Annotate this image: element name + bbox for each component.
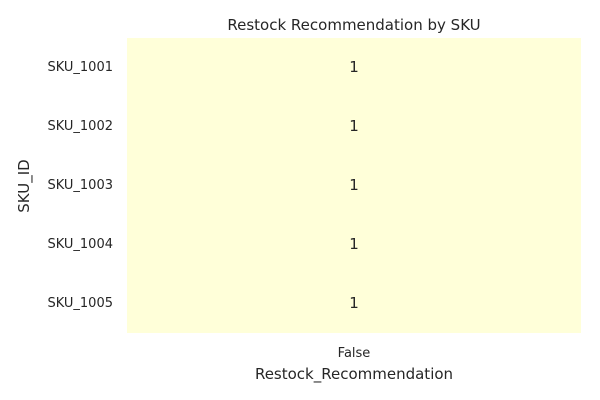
heatmap-chart: Restock Recommendation by SKU 1 1 1 1 1 SKU_… — [0, 0, 600, 400]
x-axis-label: Restock_Recommendation — [255, 365, 453, 384]
chart-title: Restock Recommendation by SKU — [227, 16, 480, 34]
y-axis-label: SKU_ID — [15, 159, 34, 212]
x-axis-tick-labels: False — [338, 346, 371, 361]
heatmap-cell-value: 1 — [349, 176, 359, 194]
x-tick-label: False — [338, 346, 371, 361]
y-tick-label: SKU_1003 — [47, 178, 113, 193]
heatmap-cell-value: 1 — [349, 294, 359, 312]
heatmap-cell-value: 1 — [349, 117, 359, 135]
y-tick-label: SKU_1005 — [47, 296, 113, 311]
heatmap-cell-value: 1 — [349, 235, 359, 253]
heatmap-cell-value: 1 — [349, 58, 359, 76]
y-tick-label: SKU_1004 — [47, 237, 113, 252]
y-tick-label: SKU_1001 — [47, 60, 113, 75]
y-tick-label: SKU_1002 — [47, 119, 113, 134]
chart-container: Restock Recommendation by SKU 1 1 1 1 1 SKU_… — [0, 0, 600, 400]
